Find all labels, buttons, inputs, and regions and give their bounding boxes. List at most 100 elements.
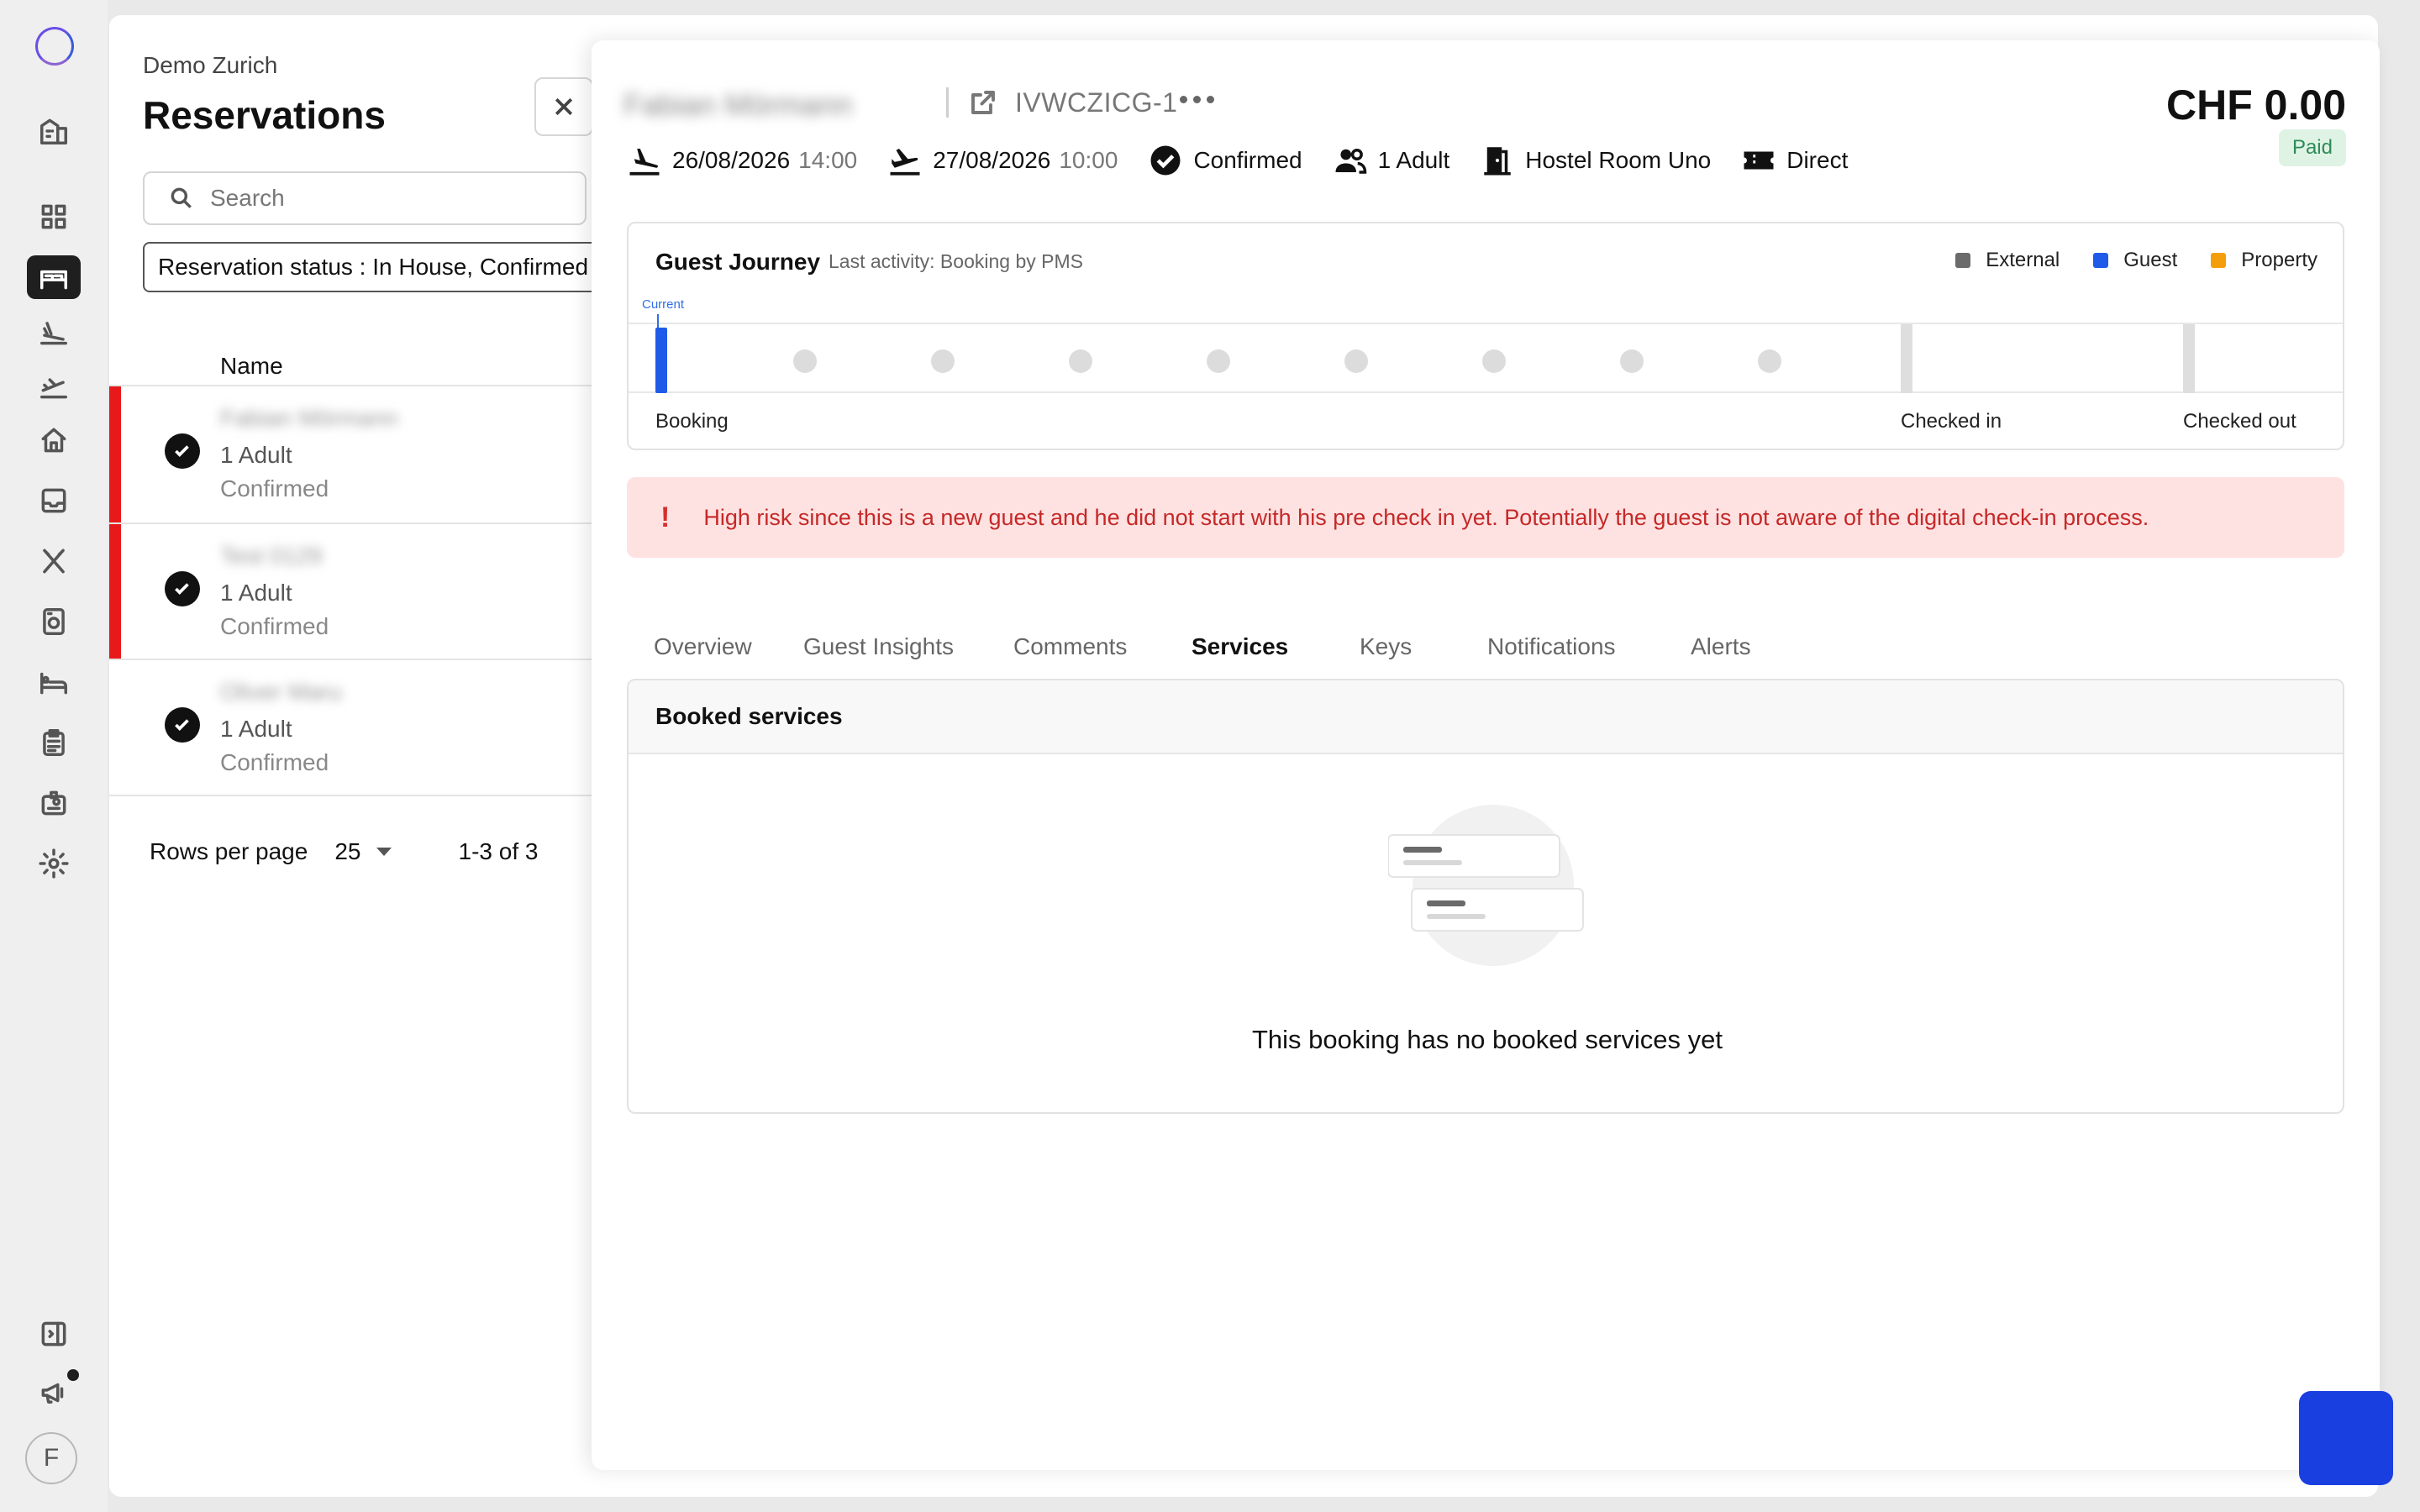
journey-step-dot[interactable] [1758, 349, 1781, 373]
id-card-icon[interactable] [27, 781, 81, 825]
reservation-status: Confirmed [1193, 147, 1302, 173]
chevron-down-icon[interactable] [376, 848, 392, 856]
phase-checked-in: Checked in [1901, 410, 2002, 433]
payment-status-badge: Paid [2278, 129, 2346, 166]
risk-alert: ! High risk since this is a new guest an… [627, 477, 2344, 558]
tab-overview[interactable]: Overview [654, 633, 752, 660]
journey-step-dot[interactable] [793, 349, 817, 373]
journey-step-dot[interactable] [1344, 349, 1368, 373]
journey-step-dot[interactable] [1207, 349, 1230, 373]
logo-icon[interactable] [35, 27, 74, 66]
checked-in-marker [1901, 324, 1912, 393]
legend-item-guest: Guest [2093, 249, 2177, 272]
divider [946, 87, 949, 118]
arrival-date: 26/08/2026 [672, 147, 791, 173]
legend-swatch [2093, 253, 2109, 268]
more-options-icon[interactable] [1180, 96, 1214, 103]
total-price: CHF 0.00 [2166, 81, 2346, 129]
phase-booking: Booking [655, 410, 729, 433]
checked-out-marker [2183, 324, 2195, 393]
guest-count: 1 Adult [220, 716, 292, 742]
guest-journey-title: Guest Journey [655, 249, 821, 275]
tab-keys[interactable]: Keys [1360, 633, 1412, 660]
ticket-icon [1744, 151, 1774, 170]
external-link-icon[interactable] [968, 87, 998, 118]
page-title: Reservations [143, 93, 386, 137]
dashboard-icon[interactable] [27, 195, 81, 239]
reservation-meta: 26/08/2026 14:00 27/08/2026 10:00 Confir… [627, 143, 1878, 178]
current-step-bar[interactable] [655, 328, 667, 393]
journey-step-dot[interactable] [1482, 349, 1506, 373]
tab-comments[interactable]: Comments [1013, 633, 1127, 660]
phase-checked-out: Checked out [2183, 410, 2296, 433]
departure-time: 10:00 [1059, 147, 1118, 173]
guest-count: 1 Adult [220, 442, 292, 468]
legend-label: Guest [2123, 249, 2178, 271]
search-icon [171, 187, 192, 208]
legend-item-property: Property [2211, 249, 2317, 272]
status-filter-chip[interactable]: Reservation status : In House, Confirmed [143, 242, 613, 292]
last-activity: Last activity: Booking by PMS [829, 250, 1083, 272]
rows-per-page-select[interactable]: 25 [334, 838, 360, 865]
booking-reference: IVWCZICG-1 [1015, 87, 1178, 118]
confirmed-check-icon [165, 707, 200, 743]
booked-services-card: Booked services This booking has no book… [627, 679, 2344, 1114]
check-circle-icon [1150, 145, 1181, 176]
notification-dot [67, 1369, 79, 1381]
room-icon[interactable] [27, 660, 81, 704]
risk-flag [109, 386, 121, 522]
guests-info: 1 Adult [1333, 143, 1449, 178]
close-icon [555, 97, 573, 116]
hotel-name: Demo Zurich [143, 52, 278, 78]
restaurant-icon[interactable] [27, 539, 81, 583]
status-info: Confirmed [1148, 143, 1302, 178]
tab-services[interactable]: Services [1192, 633, 1288, 660]
inbox-icon[interactable] [27, 479, 81, 522]
settings-icon[interactable] [27, 842, 81, 885]
current-step-label: Current [642, 297, 685, 312]
home-icon[interactable] [27, 418, 81, 462]
reservation-status: Confirmed [220, 613, 329, 639]
alert-icon: ! [660, 501, 671, 533]
journey-step-dot[interactable] [931, 349, 955, 373]
close-button[interactable] [534, 77, 593, 136]
checkin-device-icon[interactable] [27, 600, 81, 643]
rows-per-page-label: Rows per page [150, 838, 308, 864]
departure-info: 27/08/2026 10:00 [887, 143, 1118, 178]
column-header-name[interactable]: Name [220, 353, 283, 380]
help-launcher-button[interactable] [2299, 1391, 2393, 1485]
tab-notifications[interactable]: Notifications [1487, 633, 1616, 660]
tab-alerts[interactable]: Alerts [1691, 633, 1751, 660]
departure-icon [890, 149, 920, 176]
alert-message: High risk since this is a new guest and … [703, 504, 2149, 530]
legend-swatch [2211, 253, 2227, 268]
tab-guest-insights[interactable]: Guest Insights [803, 633, 954, 660]
guest-name: Test 0129 [220, 543, 323, 569]
empty-list-illustration [1388, 805, 1584, 966]
search-field[interactable] [143, 171, 587, 225]
booking-channel: Direct [1786, 147, 1849, 173]
legend-swatch [1955, 253, 1971, 268]
journey-step-dot[interactable] [1620, 349, 1644, 373]
legend-label: Property [2241, 249, 2317, 271]
reservation-status: Confirmed [220, 475, 329, 501]
room-info: Hostel Room Uno [1480, 143, 1711, 178]
collapse-sidebar-icon[interactable] [27, 1312, 81, 1356]
avatar[interactable]: F [25, 1432, 77, 1484]
detail-guest-name: Fabian Mörmann [623, 87, 853, 122]
clipboard-icon[interactable] [27, 721, 81, 764]
bed-icon[interactable] [27, 255, 81, 299]
confirmed-check-icon [165, 571, 200, 606]
departure-date: 27/08/2026 [933, 147, 1051, 173]
reservation-status: Confirmed [220, 749, 329, 775]
search-input[interactable] [210, 185, 546, 212]
arrival-icon[interactable] [27, 311, 81, 354]
building-icon[interactable] [27, 109, 81, 153]
people-icon [1335, 149, 1366, 174]
departure-icon[interactable] [27, 365, 81, 408]
channel-info: Direct [1741, 143, 1848, 178]
confirmed-check-icon [165, 433, 200, 469]
risk-flag [109, 524, 121, 660]
pagination: Rows per page 25 1-3 of 3 [150, 838, 538, 865]
journey-step-dot[interactable] [1069, 349, 1092, 373]
